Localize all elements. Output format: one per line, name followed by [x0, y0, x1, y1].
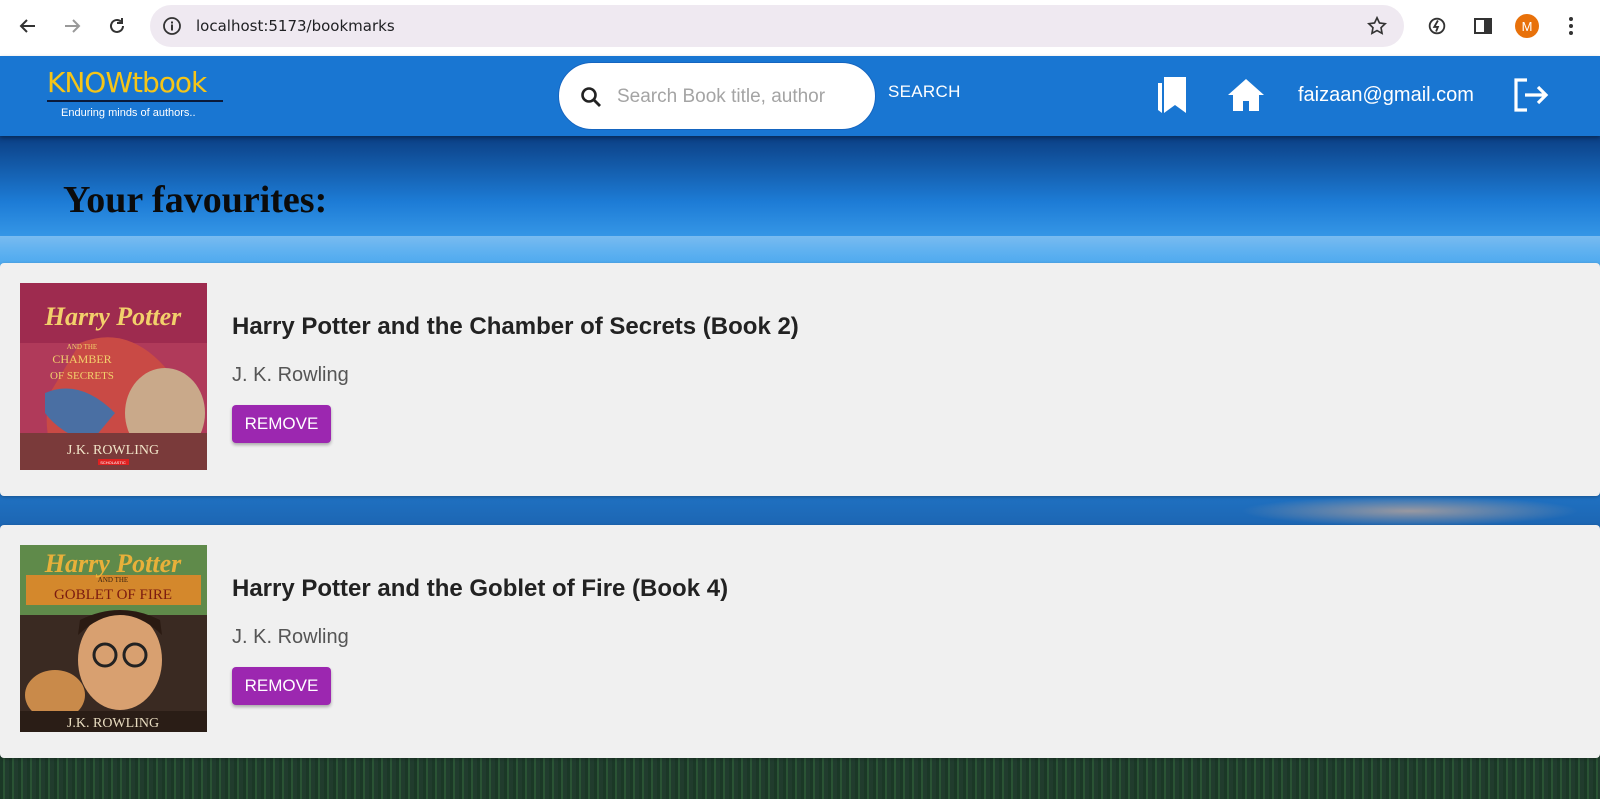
- search-input[interactable]: [617, 83, 857, 111]
- bookmarks-icon[interactable]: [1152, 72, 1192, 118]
- profile-avatar[interactable]: M: [1514, 13, 1540, 39]
- avatar: M: [1515, 14, 1539, 38]
- book-title[interactable]: Harry Potter and the Goblet of Fire (Boo…: [232, 575, 728, 603]
- remove-button[interactable]: REMOVE: [232, 405, 331, 443]
- cover-title-word: CHAMBER: [52, 352, 111, 366]
- cover-subtitle: AND THE: [98, 576, 128, 584]
- book-author: J. K. Rowling: [232, 626, 349, 648]
- menu-dots-icon[interactable]: [1558, 13, 1584, 39]
- extensions-icon[interactable]: [1424, 13, 1450, 39]
- browser-toolbar: localhost:5173/bookmarks M: [0, 0, 1600, 56]
- page-title: Your favourites:: [63, 179, 328, 221]
- book-cover-image[interactable]: Harry Potter AND THE GOBLET OF FIRE J.K.…: [20, 545, 207, 732]
- cover-title: Harry Potter: [44, 302, 182, 331]
- search-field[interactable]: [558, 62, 876, 130]
- reload-icon[interactable]: [102, 11, 132, 41]
- home-icon[interactable]: [1226, 72, 1266, 118]
- cover-title-word: GOBLET OF FIRE: [54, 587, 172, 603]
- cover-author: J.K. ROWLING: [67, 716, 159, 731]
- search-button[interactable]: SEARCH: [888, 82, 961, 102]
- cover-title-word: OF SECRETS: [50, 370, 114, 382]
- user-email[interactable]: faizaan@gmail.com: [1298, 84, 1474, 107]
- book-cover-image[interactable]: Harry Potter AND THE CHAMBER OF SECRETS …: [20, 283, 207, 470]
- address-bar[interactable]: localhost:5173/bookmarks: [150, 5, 1404, 47]
- logo-text: KNOWtbook: [47, 66, 207, 99]
- cover-title: Harry Potter: [44, 549, 182, 578]
- logout-icon[interactable]: [1510, 72, 1550, 118]
- remove-button[interactable]: REMOVE: [232, 667, 331, 705]
- site-logo[interactable]: KNOWtbook Enduring minds of authors..: [47, 68, 227, 124]
- bookmark-star-icon[interactable]: [1366, 15, 1388, 37]
- cover-author: J.K. ROWLING: [67, 443, 159, 458]
- cover-subtitle: AND THE: [67, 343, 97, 351]
- forward-arrow-icon[interactable]: [57, 11, 87, 41]
- cover-publisher: SCHOLASTIC: [100, 460, 126, 465]
- side-panel-icon[interactable]: [1470, 13, 1496, 39]
- book-author: J. K. Rowling: [232, 364, 349, 386]
- horizon-glow: [0, 236, 1600, 266]
- url-text[interactable]: localhost:5173/bookmarks: [196, 17, 395, 35]
- logo-tagline: Enduring minds of authors..: [61, 107, 196, 119]
- site-info-icon[interactable]: [162, 16, 182, 36]
- bookmark-card: Harry Potter AND THE GOBLET OF FIRE J.K.…: [0, 525, 1600, 758]
- sunset-glow: [1240, 496, 1580, 526]
- book-title[interactable]: Harry Potter and the Chamber of Secrets …: [232, 313, 799, 341]
- bookmark-card: Harry Potter AND THE CHAMBER OF SECRETS …: [0, 263, 1600, 496]
- app-header: KNOWtbook Enduring minds of authors.. SE…: [0, 56, 1600, 136]
- search-icon: [579, 85, 603, 109]
- logo-underline: [47, 100, 223, 102]
- back-arrow-icon[interactable]: [13, 11, 43, 41]
